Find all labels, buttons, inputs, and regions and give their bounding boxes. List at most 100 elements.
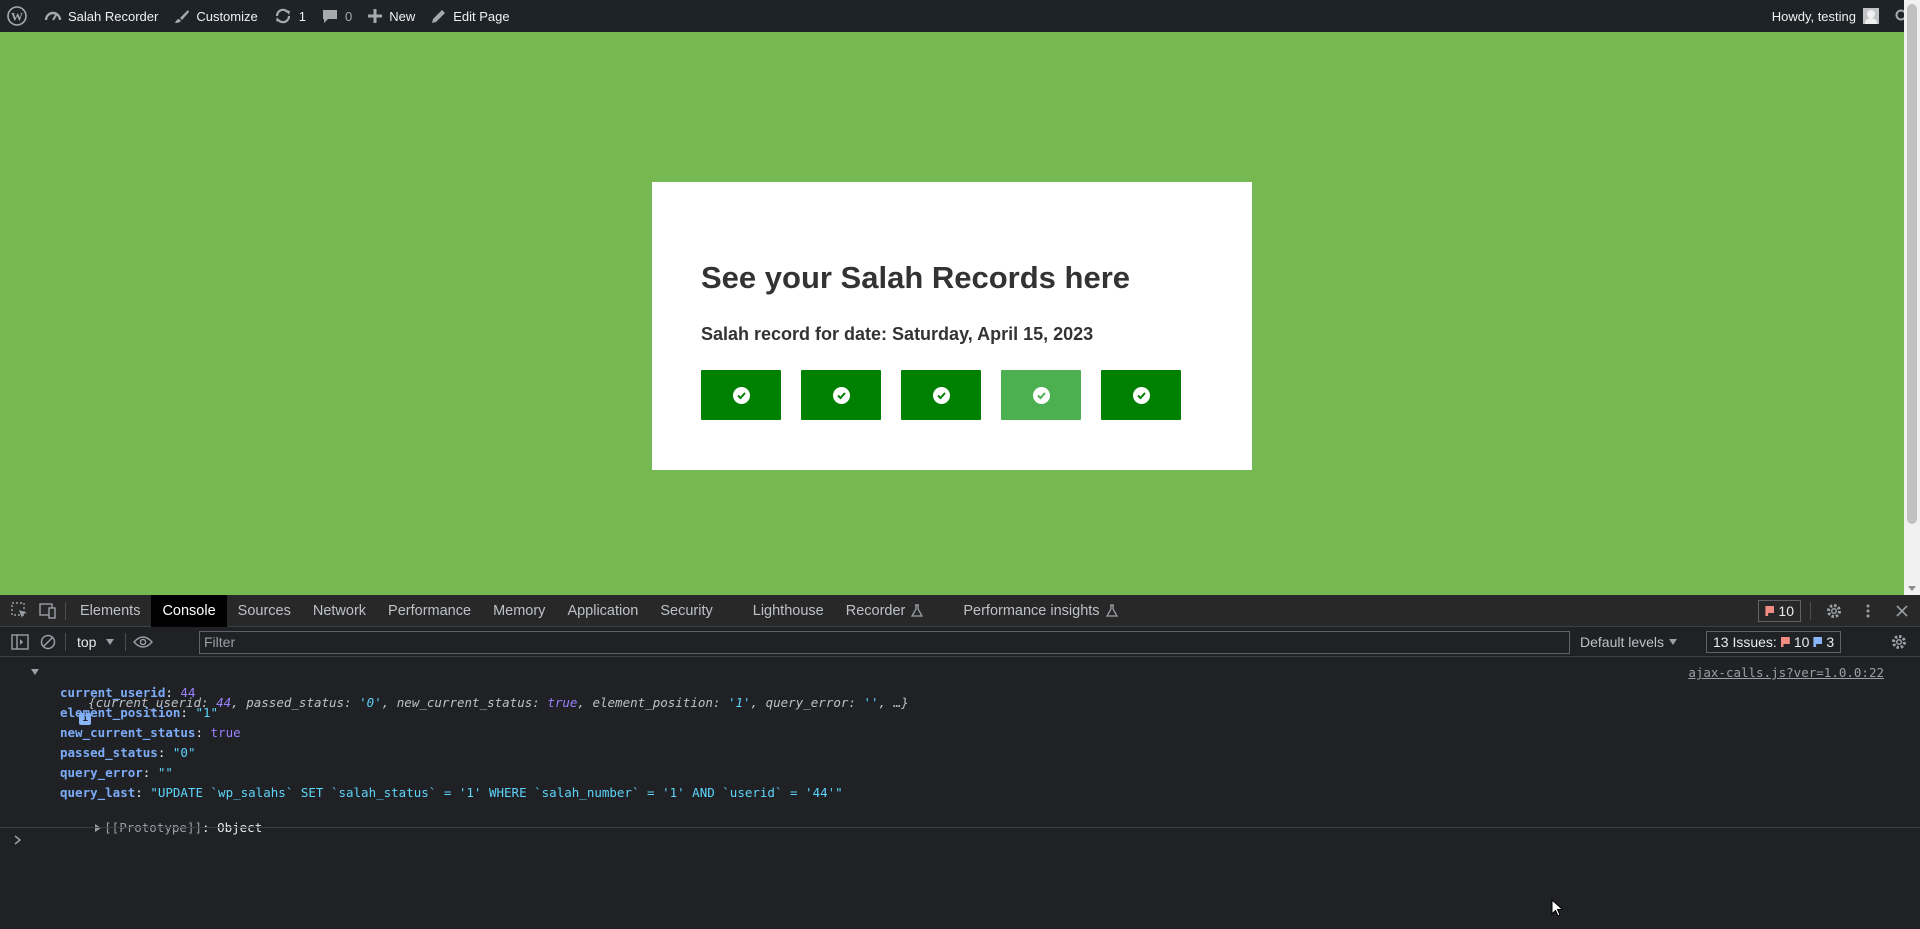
tab-performance-insights[interactable]: Performance insights xyxy=(952,595,1128,627)
svg-text:W: W xyxy=(11,10,23,24)
property-key: passed_status xyxy=(60,745,158,760)
tab-recorder[interactable]: Recorder xyxy=(835,595,935,627)
edit-page-link[interactable]: Edit Page xyxy=(423,0,517,32)
console-toolbar: top Filter Default levels 13 Issues: 10 … xyxy=(0,627,1920,657)
log-levels-label: Default levels xyxy=(1580,634,1665,650)
avatar xyxy=(1863,8,1879,24)
check-circle-icon xyxy=(832,386,850,404)
console-filter-input[interactable]: Filter xyxy=(199,631,1570,654)
tab-console[interactable]: Console xyxy=(151,594,227,627)
dashboard-icon xyxy=(45,11,61,21)
flask-icon xyxy=(1105,604,1118,617)
error-flag-icon xyxy=(1765,606,1775,616)
site-name: Salah Recorder xyxy=(68,8,159,24)
summary-key: element_position xyxy=(592,695,713,710)
brush-icon xyxy=(175,9,190,23)
salah-button-4[interactable] xyxy=(1001,370,1081,420)
customize-link[interactable]: Customize xyxy=(166,0,265,32)
wp-admin-bar: W Salah Recorder Customize 1 0 New Edit … xyxy=(0,0,1920,32)
more-options-icon[interactable] xyxy=(1854,595,1882,627)
tab-elements[interactable]: Elements xyxy=(69,595,151,627)
customize-label: Customize xyxy=(196,8,258,24)
comments-link[interactable]: 0 xyxy=(314,0,360,32)
context-selector[interactable]: top xyxy=(69,634,122,650)
source-link[interactable]: ajax-calls.js?ver=1.0.0:22 xyxy=(1688,665,1884,680)
console-prompt-chevron-icon[interactable] xyxy=(14,833,22,848)
summary-value: 44 xyxy=(216,695,232,710)
salah-button-1[interactable] xyxy=(701,370,781,420)
sidebar-toggle-icon[interactable] xyxy=(6,626,34,658)
page-title: See your Salah Records here xyxy=(701,260,1131,295)
console-property: query_error: "" xyxy=(60,765,173,780)
settings-gear-icon[interactable] xyxy=(1820,595,1848,627)
live-expression-eye-icon[interactable] xyxy=(129,626,157,658)
new-label: New xyxy=(389,8,416,24)
tab-memory[interactable]: Memory xyxy=(482,595,556,627)
tab-performance[interactable]: Performance xyxy=(377,595,482,627)
issues-error-count: 10 xyxy=(1793,634,1810,650)
tab-performance-insights-label: Performance insights xyxy=(963,602,1100,619)
flask-icon xyxy=(911,604,924,617)
property-key: query_error xyxy=(60,765,143,780)
property-value: 44 xyxy=(180,685,196,700)
tab-security[interactable]: Security xyxy=(649,595,723,627)
tab-application[interactable]: Application xyxy=(556,595,649,627)
issues-badge[interactable]: 13 Issues: 10 3 xyxy=(1706,631,1842,653)
check-circle-icon xyxy=(1132,386,1150,404)
tab-lighthouse[interactable]: Lighthouse xyxy=(742,595,835,627)
console-settings-gear-icon[interactable] xyxy=(1890,633,1908,655)
pencil-icon xyxy=(432,9,446,23)
info-flag-icon xyxy=(1813,637,1823,647)
property-value: true xyxy=(210,725,241,740)
tab-network[interactable]: Network xyxy=(302,595,377,627)
edit-page-label: Edit Page xyxy=(453,8,510,24)
tab-sources[interactable]: Sources xyxy=(227,595,302,627)
site-name-menu[interactable]: Salah Recorder xyxy=(37,0,166,32)
console-property: element_position: "1" xyxy=(60,705,219,720)
summary-value: true xyxy=(547,695,578,710)
console-property: new_current_status: true xyxy=(60,725,241,740)
salah-date-heading: Salah record for date: Saturday, April 1… xyxy=(701,324,1094,344)
summary-value: '1' xyxy=(727,695,751,710)
comments-count: 0 xyxy=(344,8,353,24)
wordpress-logo-icon[interactable]: W xyxy=(0,0,37,32)
property-key: element_position xyxy=(60,705,181,720)
issues-label: 13 Issues: xyxy=(1713,634,1777,650)
console-property: passed_status: "0" xyxy=(60,745,196,760)
issues-info-count: 3 xyxy=(1826,634,1835,650)
expand-triangle-icon xyxy=(31,669,39,675)
property-value: "0" xyxy=(172,745,196,760)
new-content-menu[interactable]: New xyxy=(360,0,423,32)
page-scrollbar[interactable] xyxy=(1904,0,1920,595)
devtools-right-controls: 10 xyxy=(1758,595,1920,627)
scrollbar-thumb[interactable] xyxy=(1907,4,1917,524)
divider xyxy=(65,601,66,620)
salah-button-3[interactable] xyxy=(901,370,981,420)
divider xyxy=(125,632,127,651)
mouse-cursor-icon xyxy=(1551,898,1564,922)
inspect-element-icon[interactable] xyxy=(6,595,34,627)
summary-value: '' xyxy=(863,695,879,710)
collapsed-triangle-icon xyxy=(95,824,102,832)
summary-key: passed_status xyxy=(246,695,345,710)
scroll-down-icon[interactable] xyxy=(1908,586,1916,591)
summary-key: query_error xyxy=(765,695,849,710)
error-count-badge[interactable]: 10 xyxy=(1758,600,1801,622)
page-viewport: See your Salah Records here Salah record… xyxy=(0,32,1904,595)
property-value: "" xyxy=(157,765,173,780)
log-levels-dropdown[interactable]: Default levels xyxy=(1580,627,1678,657)
salah-button-2[interactable] xyxy=(801,370,881,420)
device-toolbar-icon[interactable] xyxy=(34,595,62,627)
console-property: current_userid: 44 xyxy=(60,685,196,700)
divider xyxy=(1810,602,1811,620)
clear-console-icon[interactable] xyxy=(34,626,62,658)
plus-icon xyxy=(368,9,383,23)
devtools-tabbar: Elements Console Sources Network Perform… xyxy=(0,594,1920,627)
my-account-menu[interactable]: Howdy, testing xyxy=(1764,0,1887,32)
property-key: current_userid xyxy=(60,685,166,700)
divider xyxy=(65,632,66,651)
updates-link[interactable]: 1 xyxy=(266,0,314,32)
close-devtools-icon[interactable] xyxy=(1888,595,1916,627)
salah-button-5[interactable] xyxy=(1101,370,1181,420)
dropdown-arrow-icon xyxy=(106,638,115,645)
